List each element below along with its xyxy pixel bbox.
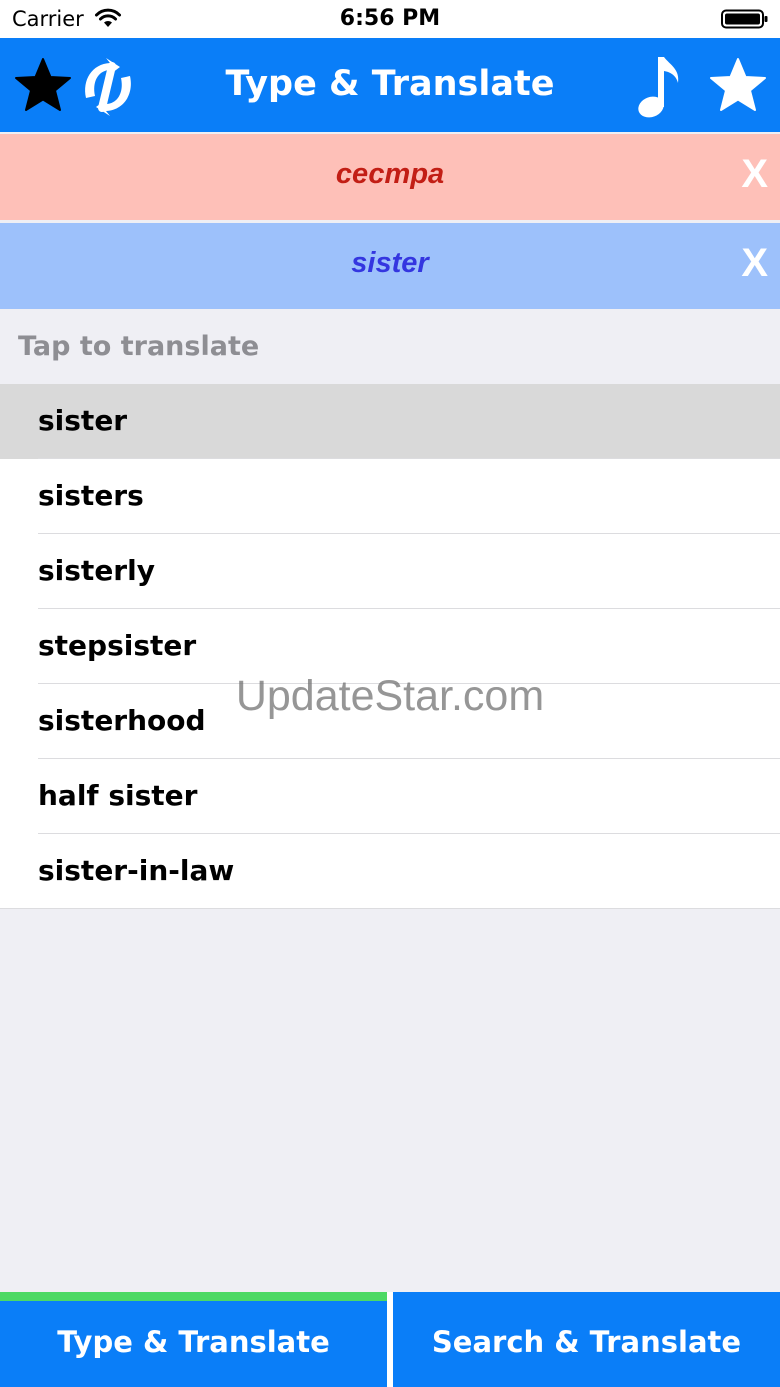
suggestions-header: Tap to translate	[0, 309, 780, 384]
suggestions-list: sister sisters sisterly stepsister siste…	[0, 384, 780, 909]
list-item-label: sisterly	[38, 554, 155, 587]
watermark: UpdateStar.com	[235, 672, 545, 720]
list-item-label: sister	[38, 404, 128, 437]
clear-source-button[interactable]: X	[741, 152, 768, 197]
add-favorite-star-icon[interactable]	[709, 57, 767, 113]
target-text: sister	[351, 247, 429, 279]
status-bar: Carrier 6:56 PM	[0, 0, 780, 38]
battery-icon	[721, 9, 768, 29]
list-item[interactable]: sisters	[0, 459, 780, 534]
source-text: сестра	[335, 158, 445, 190]
list-item-label: stepsister	[38, 629, 197, 662]
list-item-label: sisters	[38, 479, 144, 512]
music-note-icon[interactable]	[636, 53, 682, 119]
divider	[0, 908, 780, 909]
tab-bar: Type & Translate Search & Translate	[0, 1292, 780, 1387]
list-item[interactable]: half sister	[0, 759, 780, 834]
clock: 6:56 PM	[339, 6, 441, 31]
tab-label: Type & Translate	[57, 1325, 330, 1359]
list-item[interactable]: sisterly	[0, 534, 780, 609]
active-tab-indicator	[0, 1292, 387, 1301]
clear-target-button[interactable]: X	[741, 241, 768, 286]
tab-search-and-translate[interactable]: Search & Translate	[393, 1292, 780, 1387]
list-item-label: half sister	[38, 779, 198, 812]
source-text-row[interactable]: сестра X	[0, 134, 780, 220]
target-text-row[interactable]: sister X	[0, 223, 780, 309]
tab-label: Search & Translate	[431, 1325, 742, 1359]
navigation-bar: Type & Translate	[0, 38, 780, 132]
tab-type-and-translate[interactable]: Type & Translate	[0, 1292, 387, 1387]
list-item-label: sister-in-law	[38, 854, 235, 887]
list-item[interactable]: sister-in-law	[0, 834, 780, 909]
suggestions-header-label: Tap to translate	[18, 331, 260, 362]
list-item[interactable]: sister	[0, 384, 780, 459]
